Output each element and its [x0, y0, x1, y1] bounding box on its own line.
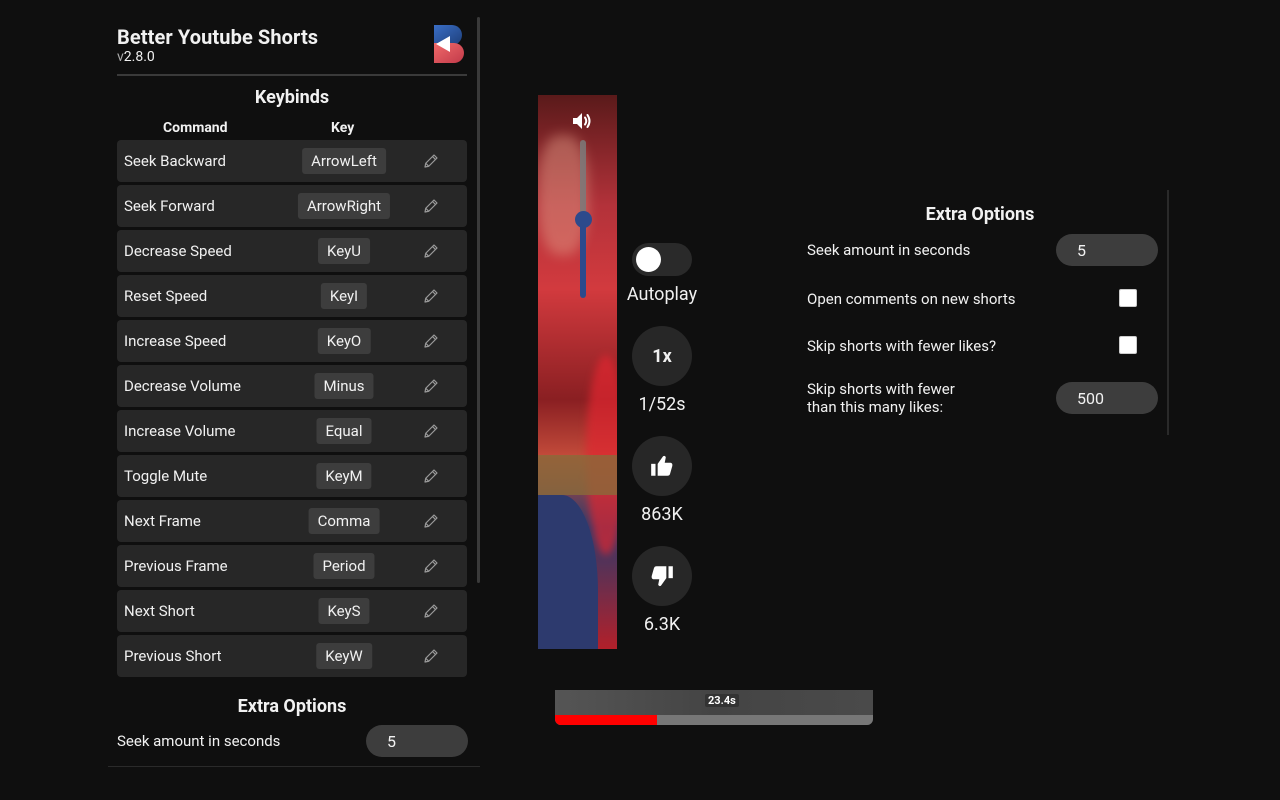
keybind-row: Increase Speed KeyO — [117, 320, 467, 362]
speed-button[interactable]: 1x — [632, 326, 692, 386]
short-video-frame[interactable] — [538, 95, 617, 649]
keybind-row: Previous Frame Period — [117, 545, 467, 587]
dislike-count: 6.3K — [643, 614, 681, 635]
popup-extra-options-title: Extra Options — [237, 696, 347, 717]
keybind-command: Seek Backward — [124, 152, 226, 170]
keybind-key: ArrowRight — [297, 193, 391, 219]
column-header-command: Command — [163, 120, 228, 136]
keybind-key: KeyO — [317, 328, 371, 354]
skip-fewer-likes-checkbox[interactable] — [1119, 336, 1137, 354]
like-count: 863K — [641, 504, 683, 525]
skip-fewer-likes-label: Skip shorts with fewer likes? — [807, 337, 997, 355]
pencil-icon[interactable] — [422, 287, 440, 305]
keybind-key: KeyW — [316, 643, 372, 669]
pencil-icon[interactable] — [422, 422, 440, 440]
keybind-row: Increase Volume Equal — [117, 410, 467, 452]
volume-slider-thumb[interactable] — [575, 210, 592, 228]
pencil-icon[interactable] — [422, 242, 440, 260]
skip-threshold-label-line2: than this many likes: — [807, 398, 944, 416]
pencil-icon[interactable] — [422, 197, 440, 215]
keybind-key: KeyM — [316, 463, 372, 489]
open-comments-label: Open comments on new shorts — [807, 290, 1016, 308]
version-number: 2.8.0 — [123, 49, 155, 65]
app-title: Better Youtube Shorts — [117, 25, 319, 49]
seek-amount-label: Seek amount in seconds — [807, 241, 971, 259]
pencil-icon[interactable] — [422, 377, 440, 395]
panel-divider — [1167, 190, 1169, 435]
popup-scrollbar[interactable] — [477, 17, 480, 583]
pencil-icon[interactable] — [422, 512, 440, 530]
volume-icon[interactable] — [570, 109, 594, 133]
pencil-icon[interactable] — [422, 557, 440, 575]
settings-popup: Better Youtube Shorts v2.8.0 Keybinds Co… — [108, 17, 480, 767]
keybind-command: Decrease Speed — [124, 242, 232, 260]
progress-fill — [555, 715, 657, 725]
keybind-command: Next Frame — [124, 512, 201, 530]
extra-options-title: Extra Options — [925, 204, 1035, 225]
keybind-row: Next Short KeyS — [117, 590, 467, 632]
popup-seek-amount-input[interactable] — [366, 725, 468, 757]
version-prefix: v — [117, 49, 124, 65]
autoplay-toggle-knob — [636, 247, 661, 272]
popup-header: Better Youtube Shorts v2.8.0 — [117, 17, 467, 76]
skip-threshold-input[interactable] — [1056, 382, 1158, 414]
keybind-command: Next Short — [124, 602, 195, 620]
keybind-key: Equal — [316, 418, 372, 444]
keybind-key: KeyI — [320, 283, 368, 309]
extra-options-panel: Extra Options Seek amount in seconds Ope… — [795, 190, 1170, 435]
keybind-key: Comma — [308, 508, 380, 534]
keybind-command: Increase Volume — [124, 422, 236, 440]
keybind-key: Minus — [314, 373, 374, 399]
keybind-row: Reset Speed KeyI — [117, 275, 467, 317]
progress-bar[interactable]: 23.4s — [555, 690, 873, 725]
keybind-key: KeyU — [318, 238, 370, 264]
popup-seek-amount-label: Seek amount in seconds — [117, 732, 281, 750]
thumbs-down-icon — [651, 566, 673, 587]
keybind-command: Reset Speed — [124, 287, 208, 305]
keybind-row: Next Frame Comma — [117, 500, 467, 542]
keybind-command: Previous Short — [124, 647, 222, 665]
progress-time-label: 23.4s — [705, 694, 739, 707]
keybind-command: Seek Forward — [124, 197, 215, 215]
keybind-row: Seek Backward ArrowLeft — [117, 140, 467, 182]
bys-logo-icon — [434, 25, 464, 63]
keybind-command: Previous Frame — [124, 557, 228, 575]
keybind-key: Period — [313, 553, 375, 579]
keybind-row: Toggle Mute KeyM — [117, 455, 467, 497]
keybinds-title: Keybinds — [254, 87, 330, 108]
pencil-icon[interactable] — [422, 152, 440, 170]
speed-label: 1x — [652, 345, 672, 367]
pencil-icon[interactable] — [422, 332, 440, 350]
keybind-command: Toggle Mute — [124, 467, 208, 485]
frame-time-label: 1/52s — [638, 394, 686, 415]
video-content — [538, 495, 598, 649]
video-content — [538, 455, 617, 495]
dislike-button[interactable] — [632, 546, 692, 606]
keybind-row: Seek Forward ArrowRight — [117, 185, 467, 227]
open-comments-checkbox[interactable] — [1119, 289, 1137, 307]
keybind-key: ArrowLeft — [302, 148, 386, 174]
keybind-row: Decrease Volume Minus — [117, 365, 467, 407]
autoplay-toggle[interactable] — [632, 243, 692, 276]
pencil-icon[interactable] — [422, 467, 440, 485]
keybind-row: Decrease Speed KeyU — [117, 230, 467, 272]
volume-slider-fill — [580, 219, 586, 298]
keybind-row: Previous Short KeyW — [117, 635, 467, 677]
thumbs-up-icon — [651, 455, 673, 476]
skip-threshold-label-line1: Skip shorts with fewer — [807, 380, 955, 398]
keybind-command: Decrease Volume — [124, 377, 241, 395]
pencil-icon[interactable] — [422, 602, 440, 620]
keybind-key: KeyS — [318, 598, 370, 624]
seek-amount-input[interactable] — [1056, 234, 1158, 266]
skip-threshold-label: Skip shorts with fewer than this many li… — [807, 380, 955, 416]
column-header-key: Key — [331, 120, 355, 136]
keybind-command: Increase Speed — [124, 332, 227, 350]
autoplay-label: Autoplay — [626, 284, 698, 305]
like-button[interactable] — [632, 436, 692, 496]
pencil-icon[interactable] — [422, 647, 440, 665]
app-version: v2.8.0 — [117, 49, 155, 65]
